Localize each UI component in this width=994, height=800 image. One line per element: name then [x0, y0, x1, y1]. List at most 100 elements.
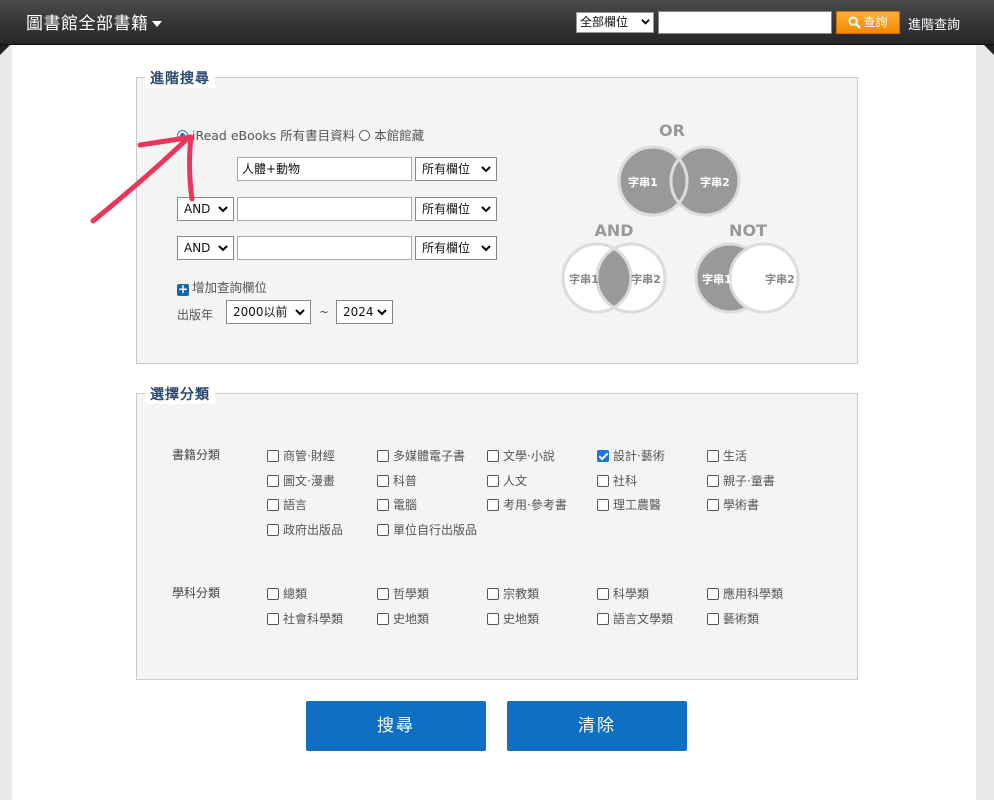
- checkbox-unchecked: [267, 612, 279, 625]
- add-field-link[interactable]: + 增加查詢欄位: [177, 277, 267, 296]
- chevron-down-icon: [218, 245, 228, 252]
- caret-down-icon: [151, 21, 162, 27]
- category-label: 社會科學類: [283, 611, 344, 626]
- chevron-down-icon: [295, 309, 305, 316]
- category-checkbox[interactable]: 藝術類: [707, 610, 759, 627]
- boolean-venn-diagrams: OR 字串1 字串2 AND 字串1 字串2 NOT 字串1 字串2: [561, 121, 800, 314]
- category-checkbox[interactable]: 商管·財經: [267, 447, 335, 464]
- query-input-3[interactable]: [237, 236, 412, 260]
- category-checkbox[interactable]: 學術書: [707, 496, 759, 513]
- site-title: 圖書館全部書籍: [26, 14, 149, 34]
- category-label: 學術書: [723, 498, 760, 512]
- category-checkbox[interactable]: 單位自行出版品: [377, 521, 477, 538]
- category-checkbox[interactable]: 多媒體電子書: [377, 447, 465, 464]
- subject-category-label: 學科分類: [172, 586, 221, 600]
- category-legend: 選擇分類: [145, 384, 215, 404]
- category-checkbox[interactable]: 科普: [377, 472, 417, 489]
- category-checkbox[interactable]: 史地類: [377, 610, 429, 627]
- category-checkbox[interactable]: 語言文學類: [597, 610, 673, 627]
- category-label: 藝術類: [723, 611, 760, 626]
- checkbox-unchecked: [267, 499, 279, 511]
- checkbox-unchecked: [487, 499, 499, 511]
- advanced-search-panel: 進階搜尋 iRead eBooks 所有書目資料 本館館藏 人體+動物 所有欄位…: [136, 68, 858, 364]
- checkbox-unchecked: [377, 523, 389, 536]
- category-checkbox[interactable]: 電腦: [377, 496, 417, 513]
- checkbox-unchecked: [267, 450, 279, 462]
- field-select-3[interactable]: 所有欄位: [415, 236, 497, 260]
- corner-decoration: [0, 45, 10, 55]
- library-menu-dropdown[interactable]: 圖書館全部書籍: [26, 9, 162, 34]
- category-label: 親子·童書: [723, 473, 775, 488]
- category-label: 多媒體電子書: [393, 449, 466, 463]
- checkbox-unchecked: [597, 588, 609, 600]
- checkbox-unchecked: [597, 474, 609, 487]
- category-checkbox[interactable]: 哲學類: [377, 585, 429, 602]
- checkbox-unchecked: [707, 588, 719, 600]
- venn-and-label: AND: [594, 221, 633, 240]
- chevron-down-icon: [377, 309, 387, 316]
- category-checkbox[interactable]: 考用·參考書: [487, 496, 567, 513]
- corner-decoration: [984, 45, 994, 55]
- category-checkbox[interactable]: 史地類: [487, 610, 539, 627]
- advanced-search-link[interactable]: 進階查詢: [908, 14, 960, 33]
- category-checkbox[interactable]: 總類: [267, 585, 307, 602]
- category-checkbox[interactable]: 圖文·漫畫: [267, 472, 335, 489]
- venn-and-term1: 字串1: [569, 272, 599, 286]
- category-checkbox[interactable]: 社會科學類: [267, 610, 343, 627]
- category-label: 語言文學類: [613, 611, 674, 626]
- checkbox-unchecked: [487, 474, 499, 487]
- query-input-1[interactable]: 人體+動物: [237, 157, 412, 181]
- category-label: 考用·參考書: [503, 498, 567, 512]
- quick-search-button[interactable]: 查詢: [836, 11, 900, 34]
- category-label: 政府出版品: [283, 522, 344, 537]
- category-label: 應用科學類: [723, 587, 784, 601]
- year-from-select[interactable]: 2000以前: [226, 300, 311, 324]
- category-checkbox[interactable]: 設計·藝術: [597, 447, 665, 464]
- advanced-search-legend: 進階搜尋: [145, 68, 215, 88]
- category-checkbox[interactable]: 應用科學類: [707, 585, 783, 602]
- checkbox-unchecked: [597, 499, 609, 511]
- query-input-2[interactable]: [237, 197, 412, 221]
- scope-select[interactable]: 全部欄位: [576, 12, 654, 33]
- category-checkbox[interactable]: 政府出版品: [267, 521, 343, 538]
- checkbox-unchecked: [707, 450, 719, 462]
- category-label: 哲學類: [393, 587, 430, 601]
- checkbox-unchecked: [267, 474, 279, 487]
- field-select-1[interactable]: 所有欄位: [415, 157, 497, 181]
- category-checkbox[interactable]: 理工農醫: [597, 496, 661, 513]
- search-button[interactable]: 搜尋: [306, 701, 486, 751]
- checkbox-unchecked: [707, 499, 719, 511]
- checkbox-unchecked: [487, 612, 499, 625]
- annotation-arrow: [90, 134, 195, 224]
- category-checkbox[interactable]: 人文: [487, 472, 527, 489]
- category-checkbox[interactable]: 社科: [597, 472, 637, 489]
- category-label: 圖文·漫畫: [283, 473, 335, 488]
- quick-search-input[interactable]: [658, 11, 832, 34]
- category-label: 史地類: [503, 611, 540, 626]
- venn-or-term1: 字串1: [628, 175, 658, 189]
- category-label: 史地類: [393, 611, 430, 626]
- category-label: 宗教類: [503, 587, 540, 601]
- category-checkbox[interactable]: 生活: [707, 447, 747, 464]
- category-checkbox[interactable]: 文學·小說: [487, 447, 555, 464]
- category-label: 總類: [283, 587, 308, 601]
- category-checkbox[interactable]: 科學類: [597, 585, 649, 602]
- checkbox-unchecked: [377, 474, 389, 487]
- category-checkbox[interactable]: 親子·童書: [707, 472, 775, 489]
- year-to-select[interactable]: 2024: [336, 300, 393, 324]
- source-option-local[interactable]: 本館館藏: [359, 128, 424, 143]
- operator-select-3[interactable]: AND: [177, 236, 234, 260]
- category-checkbox[interactable]: 宗教類: [487, 585, 539, 602]
- checkbox-unchecked: [377, 450, 389, 462]
- checkbox-unchecked: [377, 612, 389, 625]
- category-label: 商管·財經: [283, 449, 335, 463]
- category-label: 社科: [613, 473, 638, 488]
- checkbox-unchecked: [707, 612, 719, 625]
- category-label: 科普: [393, 473, 418, 488]
- category-checkbox[interactable]: 語言: [267, 496, 307, 513]
- checkbox-unchecked: [377, 499, 389, 511]
- field-select-2[interactable]: 所有欄位: [415, 197, 497, 221]
- category-label: 生活: [723, 449, 748, 463]
- venn-not-label: NOT: [729, 221, 767, 240]
- clear-button[interactable]: 清除: [507, 701, 687, 751]
